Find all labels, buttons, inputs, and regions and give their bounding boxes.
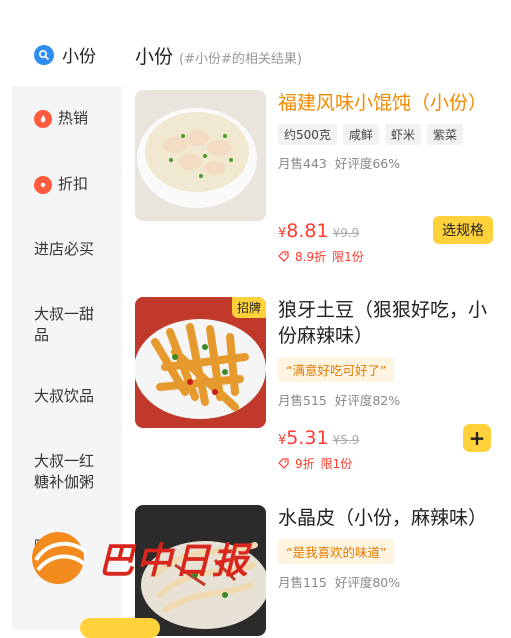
discount-row: 9折 限1份 [278,455,352,472]
discount-row: 8.9折 限1份 [278,248,364,265]
product-stats: 月售515 好评度82% [278,390,498,409]
fire-icon [34,109,52,128]
rating: 好评度82% [334,393,401,408]
bottom-action-bar[interactable] [80,618,160,638]
search-icon [34,44,54,65]
select-spec-button[interactable]: 选规格 [433,216,493,244]
sidebar-item-label: 大叔一甜品 [34,305,95,344]
current-price: ¥5.31 [278,427,329,449]
product-stats: 月售443 好评度66% [278,153,498,172]
sidebar-item-must-buy[interactable]: 进店必买 [12,239,122,260]
product-name[interactable]: 水晶皮（小份，麻辣味） [278,505,498,531]
product-image[interactable]: 招牌 [135,297,266,428]
rating: 好评度66% [334,156,401,171]
sidebar-item-label: 进店必买 [34,240,95,258]
newspaper-logo-icon [32,532,88,584]
product-info: 狼牙土豆（狠狠好吃，小份麻辣味） “满意好吃可好了” 月售515 好评度82% [278,297,498,409]
sidebar-item-drinks[interactable]: 大叔饮品 [12,386,122,407]
watermark-text: 巴中日报 [98,541,251,582]
product-name[interactable]: 狼牙土豆（狠狠好吃，小份麻辣味） [278,297,498,349]
sidebar-item-label: 大叔饮品 [34,387,95,405]
sidebar-item-label: 大叔一红糖补伽粥 [34,452,95,491]
original-price: ¥9.9 [332,226,360,240]
discount-tag-icon [278,458,289,469]
newspaper-watermark: 巴中日报 [28,530,250,586]
search-category[interactable]: 小份 [34,42,96,67]
product-name[interactable]: 福建风味小馄饨（小份） [278,90,498,116]
current-price: ¥8.81 [278,220,329,242]
product-image[interactable] [135,90,266,221]
sidebar-item-label: 热销 [58,109,89,127]
review-quote: “满意好吃可好了” [278,357,395,382]
price-row: ¥8.81 ¥9.9 [278,220,359,242]
discount-icon [34,175,52,194]
monthly-sales: 月售443 [278,156,327,171]
discount-rate: 8.9折 [295,250,327,264]
purchase-limit: 限1份 [332,250,364,264]
product-tag: 虾米 [384,124,421,145]
product-tag: 紫菜 [426,124,463,145]
product-tag: 咸鲜 [342,124,379,145]
sidebar-item-label: 折扣 [58,175,89,193]
product-card[interactable]: 招牌 狼牙土豆（狠狠好吃，小份麻辣味） “满意好吃可好了” 月售515 好评度8… [135,297,495,477]
monthly-sales: 月售115 [278,575,327,590]
product-info: 福建风味小馄饨（小份） 约500克 咸鲜 虾米 紫菜 月售443 好评度66% [278,90,498,172]
sidebar-item-dessert[interactable]: 大叔一甜品 [12,304,122,346]
review-quote: “是我喜欢的味道” [278,539,395,564]
purchase-limit: 限1份 [320,457,353,471]
product-info: 水晶皮（小份，麻辣味） “是我喜欢的味道” 月售115 好评度80% [278,505,498,591]
discount-tag-icon [278,251,289,262]
results-title: 小份 (#小份#的相关结果) [135,42,302,69]
monthly-sales: 月售515 [278,393,327,408]
search-category-label: 小份 [62,47,96,67]
rating: 好评度80% [334,575,401,590]
sidebar-item-porridge[interactable]: 大叔一红糖补伽粥 [12,451,122,493]
discount-rate: 9折 [295,457,315,471]
sidebar-item-discount[interactable]: 折扣 [12,174,122,195]
results-title-sub: (#小份#的相关结果) [179,52,302,67]
results-title-main: 小份 [135,46,174,68]
product-stats: 月售115 好评度80% [278,572,498,591]
signature-badge: 招牌 [231,297,266,318]
original-price: ¥5.9 [332,433,360,447]
sidebar-item-hot[interactable]: 热销 [12,108,122,129]
product-tag: 约500克 [278,124,337,145]
add-to-cart-button[interactable]: + [463,424,491,452]
price-row: ¥5.31 ¥5.9 [278,427,359,449]
product-tags: 约500克 咸鲜 虾米 紫菜 [278,124,498,145]
product-card[interactable]: 福建风味小馄饨（小份） 约500克 咸鲜 虾米 紫菜 月售443 好评度66% … [135,90,495,270]
